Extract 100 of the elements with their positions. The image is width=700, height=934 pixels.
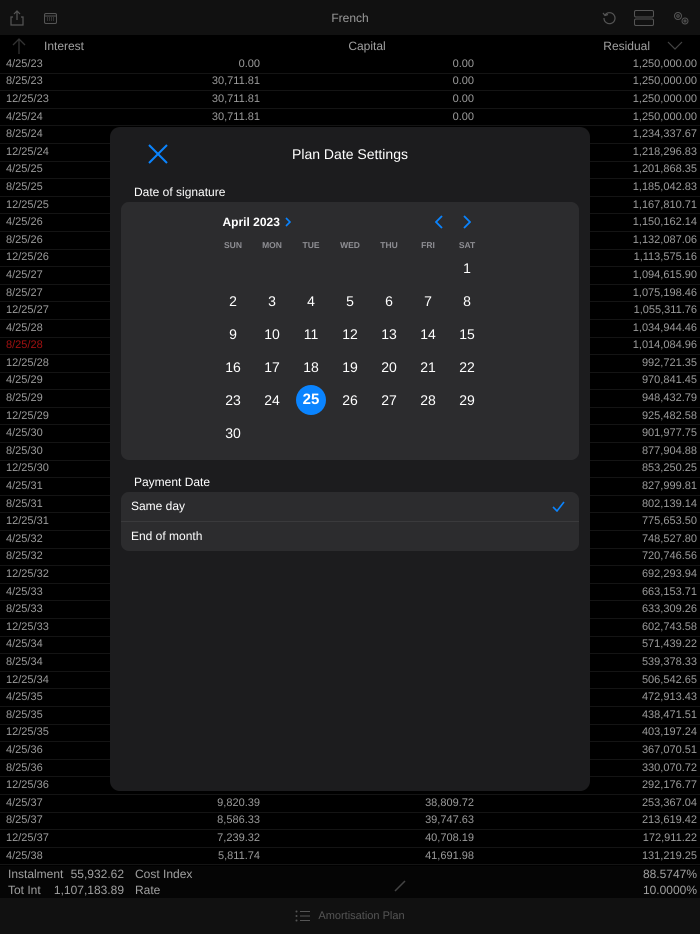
date-cell-text: 8/25/31 (6, 498, 44, 511)
amount-cell: 802,139.14 (642, 498, 697, 511)
calendar-day[interactable]: 6 (374, 286, 404, 316)
settings-icon[interactable] (672, 10, 690, 24)
amount-cell: 30,711.81 (212, 75, 260, 88)
calendar-day[interactable]: 1 (452, 252, 482, 282)
calendar-day[interactable]: 25 (296, 384, 326, 414)
amount-cell: 877,904.88 (642, 444, 697, 458)
amount-cell: 403,197.24 (642, 726, 697, 740)
amount-cell: 1,250,000.00 (632, 92, 697, 106)
option-row[interactable]: End of month (121, 522, 579, 551)
calendar-day[interactable]: 22 (452, 352, 482, 382)
calendar-day[interactable]: 8 (452, 286, 482, 316)
amount-cell: 0.00 (452, 110, 474, 124)
date-cell-text: 4/25/24 (6, 110, 44, 124)
weekday-label: SAT (458, 238, 476, 251)
amount-cell: 775,653.50 (642, 515, 697, 528)
calendar-day[interactable]: 26 (335, 384, 365, 414)
weekday-label: MON (261, 238, 283, 251)
calendar-day[interactable]: 13 (374, 318, 404, 348)
amount-cell: 213,619.42 (642, 814, 697, 828)
calendar-day[interactable]: 29 (452, 384, 482, 414)
calendar-day[interactable]: 4 (296, 286, 326, 316)
date-cell-text: 8/25/32 (6, 550, 44, 564)
date-cell-text: 12/25/29 (6, 410, 50, 423)
calendar-day[interactable]: 11 (296, 318, 326, 348)
amount-cell: 40,708.19 (425, 832, 474, 845)
date-cell-text: 12/25/27 (6, 304, 50, 318)
calendar-day[interactable]: 5 (335, 286, 365, 316)
weekday-label: THU (379, 238, 399, 251)
amount-cell: 506,542.65 (642, 674, 697, 687)
date-cell-text: 4/25/28 (6, 322, 44, 335)
calendar-day[interactable]: 23 (218, 384, 248, 414)
amount-cell: 1,034,944.46 (632, 322, 697, 335)
close-button[interactable] (148, 144, 168, 164)
amount-cell: 748,527.80 (642, 532, 697, 546)
date-cell-text: 8/25/33 (6, 603, 44, 616)
calendar-day[interactable]: 20 (374, 352, 404, 382)
calendar-icon[interactable] (44, 12, 57, 24)
calendar-day[interactable]: 30 (218, 418, 248, 448)
calendar-day[interactable]: 15 (452, 318, 482, 348)
month-button[interactable]: April 2023 (222, 215, 291, 229)
summary-value: 88.5747% (642, 867, 697, 881)
date-cell-text: 12/25/37 (6, 832, 50, 845)
amount-cell: 1,250,000.00 (632, 58, 697, 71)
amount-cell: 38,809.72 (425, 796, 474, 810)
section-label: Payment Date (133, 474, 212, 491)
weekday-label: TUE (302, 238, 320, 251)
amount-cell: 41,691.98 (425, 850, 474, 863)
pencil-icon[interactable] (394, 880, 406, 892)
calendar-day[interactable]: 24 (257, 384, 287, 414)
calendar-day[interactable]: 10 (257, 318, 287, 348)
amount-cell: 1,150,162.14 (632, 216, 697, 230)
date-cell-text: 8/25/34 (6, 656, 44, 669)
calendar-day[interactable]: 28 (413, 384, 443, 414)
summary-value: 55,932.62 (70, 867, 124, 881)
chevron-down-icon[interactable] (667, 41, 683, 50)
amount-cell: 1,094,615.90 (632, 268, 697, 282)
calendar-day[interactable]: 27 (374, 384, 404, 414)
weekday-label: WED (339, 238, 361, 251)
option-row[interactable]: Same day (121, 492, 579, 522)
column-header[interactable]: Capital (348, 38, 386, 52)
calendar-day[interactable]: 2 (218, 286, 248, 316)
date-cell-text: 8/25/26 (6, 234, 44, 247)
amount-cell: 1,185,042.83 (632, 180, 697, 194)
section-label: Date of signature (133, 184, 226, 201)
share-icon[interactable] (10, 10, 24, 26)
date-cell-text: 12/25/25 (6, 198, 50, 212)
calendar-day[interactable]: 21 (413, 352, 443, 382)
calendar-day[interactable]: 16 (218, 352, 248, 382)
amount-cell: 438,471.51 (642, 708, 697, 722)
checkmark-icon (552, 500, 565, 512)
date-cell-text: 4/25/25 (6, 163, 44, 176)
calendar-day[interactable]: 3 (257, 286, 287, 316)
amount-cell: 827,999.81 (642, 480, 697, 494)
calendar-day[interactable]: 9 (218, 318, 248, 348)
date-cell-text: 8/25/23 (6, 75, 44, 88)
date-cell-text: 4/25/35 (6, 691, 44, 704)
calendar-day[interactable]: 17 (257, 352, 287, 382)
sort-arrow-icon[interactable] (12, 36, 26, 54)
calendar-day[interactable]: 18 (296, 352, 326, 382)
amount-cell: 602,743.58 (642, 620, 697, 634)
column-header[interactable]: Residual (603, 38, 650, 52)
date-cell-text: 8/25/35 (6, 708, 44, 722)
list-icon (295, 910, 310, 922)
amount-cell: 633,309.26 (642, 603, 697, 616)
calendar-day[interactable]: 19 (335, 352, 365, 382)
date-cell-text: 4/25/34 (6, 638, 44, 652)
calendar-day[interactable]: 12 (335, 318, 365, 348)
reset-icon[interactable] (602, 10, 616, 24)
summary-label: Instalment (8, 867, 64, 881)
calendar-day[interactable]: 7 (413, 286, 443, 316)
column-header[interactable]: Interest (44, 38, 84, 52)
amount-cell: 253,367.04 (642, 796, 697, 810)
chevron-right-icon (284, 217, 291, 227)
calendar-day[interactable]: 14 (413, 318, 443, 348)
amount-cell: 1,218,296.83 (632, 146, 697, 159)
split-view-icon[interactable] (634, 10, 654, 26)
amount-cell: 1,250,000.00 (632, 75, 697, 88)
amount-cell: 992,721.35 (642, 356, 697, 370)
